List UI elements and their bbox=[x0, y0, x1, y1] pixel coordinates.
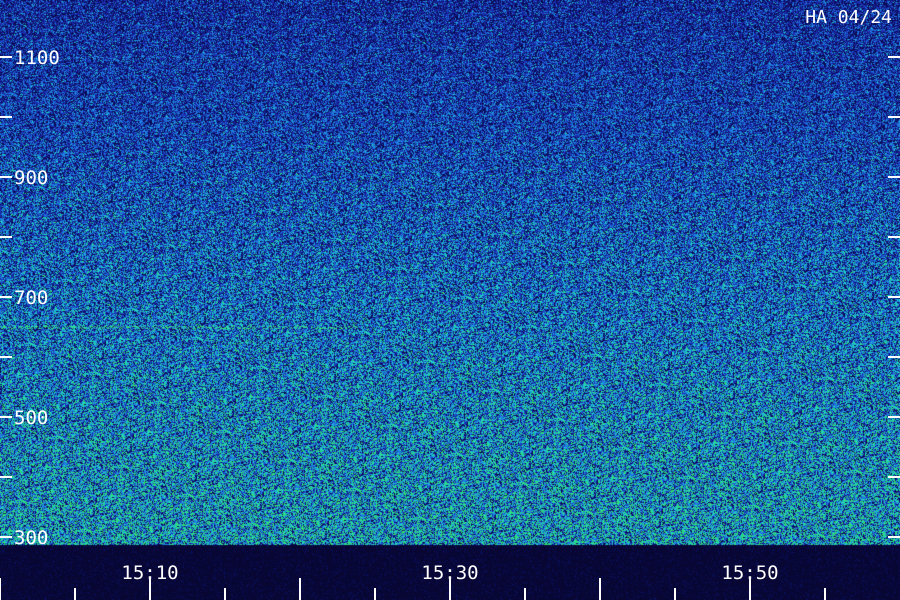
y-tick-label: 300 bbox=[14, 527, 48, 549]
y-axis: 300 500 700 900 1100 bbox=[0, 47, 900, 549]
y-tick-label: 700 bbox=[14, 287, 48, 309]
y-tick-label: 1100 bbox=[14, 47, 60, 69]
x-tick-label: 15:50 bbox=[721, 562, 778, 584]
chart-overlay: 300 500 700 900 1100 15:10 15:30 15:50 HA 04/2… bbox=[0, 7, 900, 600]
x-tick-label: 15:10 bbox=[121, 562, 178, 584]
y-tick-label: 900 bbox=[14, 167, 48, 189]
x-axis: 15:10 15:30 15:50 bbox=[0, 562, 826, 600]
date-stamp: HA 04/24 bbox=[805, 7, 892, 28]
x-tick-label: 15:30 bbox=[421, 562, 478, 584]
y-tick-label: 500 bbox=[14, 407, 48, 429]
spectrogram-chart: 300 500 700 900 1100 15:10 15:30 15:50 HA 04/2… bbox=[0, 0, 900, 600]
